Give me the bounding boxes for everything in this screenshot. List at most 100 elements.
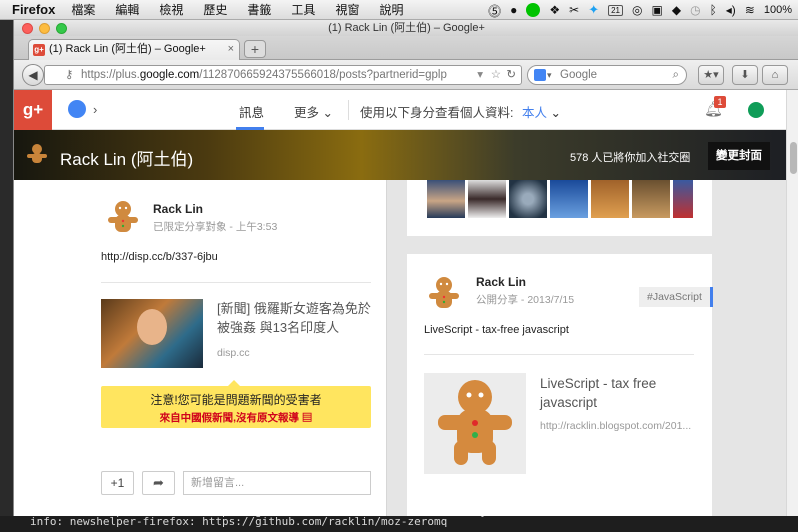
bookmarks-menu-button[interactable]: ★▾ xyxy=(698,65,724,85)
tab-more[interactable]: 更多 ⌄ xyxy=(294,102,333,121)
warning-subtitle[interactable]: 來自中國假新聞,沒有原文報導 ▤ xyxy=(101,410,371,425)
zoom-window-button[interactable] xyxy=(56,23,67,34)
photo-thumb-7[interactable] xyxy=(673,180,693,218)
back-button[interactable]: ◀ xyxy=(22,64,44,86)
menubar-item-history[interactable]: 歷史 xyxy=(203,1,227,18)
chevron-right-icon[interactable]: › xyxy=(93,102,97,117)
post-author-name[interactable]: Rack Lin xyxy=(476,275,526,289)
post-divider xyxy=(101,282,371,283)
tab-messages[interactable]: 訊息 xyxy=(239,102,264,121)
comment-placeholder: 新增留言... xyxy=(191,477,245,489)
url-bar[interactable]: ⚷ https://plus.google.com/11287066592437… xyxy=(44,65,522,85)
profile-cover-banner: Rack Lin (阿土伯) 578 人已將你加入社交圈 變更封面 xyxy=(14,130,786,180)
url-dropdown-icon[interactable]: ▾ xyxy=(474,66,483,84)
bluetooth-icon[interactable]: ᛒ xyxy=(710,3,717,17)
gplus-logo[interactable]: g+ xyxy=(14,90,52,130)
post-time[interactable]: 上午3:53 xyxy=(236,221,277,233)
photo-thumb-6[interactable] xyxy=(632,180,670,218)
post-body-link[interactable]: http://disp.cc/b/337-6jbu xyxy=(101,251,218,263)
bookmark-star-icon[interactable]: ☆ xyxy=(491,66,501,84)
scrollbar-thumb[interactable] xyxy=(790,142,797,174)
menubar-item-edit[interactable]: 編輯 xyxy=(115,1,139,18)
menubar-item-view[interactable]: 檢視 xyxy=(159,1,183,18)
circle-icon[interactable]: ◎ xyxy=(632,3,642,17)
new-tab-button[interactable]: + xyxy=(244,40,266,58)
gingerbread-image xyxy=(438,380,512,465)
tools-icon[interactable]: ✂ xyxy=(569,3,579,17)
share-button[interactable]: ➦ xyxy=(142,471,175,495)
menubar-item-bookmarks[interactable]: 書籤 xyxy=(247,1,271,18)
link-thumbnail[interactable] xyxy=(424,373,526,474)
post-visibility[interactable]: 公開分享 xyxy=(476,294,518,306)
notification-count-badge[interactable]: 1 xyxy=(714,96,726,108)
circle-count[interactable]: 578 人已將你加入社交圈 xyxy=(570,149,690,165)
post-date[interactable]: 2013/7/15 xyxy=(527,294,574,306)
view-as-value: 本人 xyxy=(522,106,548,120)
navigation-toolbar: ◀ ⚷ https://plus.google.com/112870665924… xyxy=(14,60,798,90)
calendar-icon[interactable]: 21 xyxy=(608,4,624,16)
volume-icon[interactable]: ◂) xyxy=(726,3,736,17)
line-icon[interactable] xyxy=(526,3,541,17)
post-author-name[interactable]: Rack Lin xyxy=(153,202,203,216)
dropbox-icon[interactable]: ❖ xyxy=(549,3,560,17)
menubar-item-help[interactable]: 說明 xyxy=(379,1,403,18)
link-thumbnail[interactable] xyxy=(101,299,203,368)
photo-thumb-5[interactable] xyxy=(591,180,629,218)
comment-input[interactable]: 新增留言... xyxy=(183,471,371,495)
reload-icon[interactable]: ↻ xyxy=(506,66,516,84)
google-search-engine-icon[interactable] xyxy=(534,69,546,81)
post-visibility[interactable]: 已限定分享對象 xyxy=(153,221,227,233)
tab-title: (1) Rack Lin (阿土伯) – Google+ xyxy=(49,43,206,55)
home-button[interactable]: ⌂ xyxy=(762,65,788,85)
time-machine-icon[interactable]: ◷ xyxy=(690,3,700,17)
search-engine-dropdown-icon[interactable]: ▾ xyxy=(547,66,552,84)
pinterest-icon[interactable]: ⓹ xyxy=(488,1,501,20)
close-window-button[interactable] xyxy=(22,23,33,34)
minimize-window-button[interactable] xyxy=(39,23,50,34)
post-meta: 公開分享 - 2013/7/15 xyxy=(476,292,574,307)
hashtag-chip[interactable]: #JavaScript xyxy=(639,287,713,307)
menubar-app-name[interactable]: Firefox xyxy=(12,2,55,17)
hangouts-icon[interactable] xyxy=(748,102,764,118)
menubar-item-window[interactable]: 視窗 xyxy=(335,1,359,18)
vertical-scrollbar[interactable] xyxy=(786,90,798,516)
page-content: g+ › 訊息 更多 ⌄ 使用以下身分查看個人資料: 本人 ⌄ 🔔︎ 1 Rac… xyxy=(14,90,786,516)
author-avatar[interactable] xyxy=(106,200,140,236)
search-placeholder: Google xyxy=(560,69,598,81)
wifi-icon[interactable]: ≋ xyxy=(745,3,755,17)
change-cover-button[interactable]: 變更封面 xyxy=(708,142,770,170)
tab-gplus-profile[interactable]: g+ (1) Rack Lin (阿土伯) – Google+ × xyxy=(28,39,240,61)
post-card-left: Rack Lin 已限定分享對象 - 上午3:53 http://disp.cc… xyxy=(14,180,387,516)
thumbnail-face xyxy=(137,309,167,345)
photo-thumb-2[interactable] xyxy=(468,180,506,218)
chevron-down-icon: ⌄ xyxy=(550,106,561,120)
photo-thumb-4[interactable] xyxy=(550,180,588,218)
search-bar[interactable]: ▾ Google ⌕ xyxy=(527,65,687,85)
menubar-item-tools[interactable]: 工具 xyxy=(291,1,315,18)
close-tab-icon[interactable]: × xyxy=(228,40,234,59)
fake-news-warning: 注意!您可能是問題新聞的受害者 來自中國假新聞,沒有原文報導 ▤ xyxy=(101,380,371,428)
photo-thumb-3[interactable] xyxy=(509,180,547,218)
menubar-item-file[interactable]: 檔案 xyxy=(71,1,95,18)
profile-avatar-icon[interactable] xyxy=(68,100,86,118)
view-as-dropdown[interactable]: 本人 ⌄ xyxy=(522,102,561,121)
profile-photos-strip xyxy=(407,180,712,236)
link-title[interactable]: [新聞] 俄羅斯女遊客為免於被強姦 與13名印度人 xyxy=(217,299,377,337)
warning-title: 注意!您可能是問題新聞的受害者 xyxy=(150,393,322,407)
link-domain[interactable]: disp.cc xyxy=(217,347,250,359)
search-icon[interactable]: ⌕ xyxy=(673,66,679,84)
link-title[interactable]: LiveScript - tax free javascript xyxy=(540,374,690,412)
evernote-icon[interactable]: ▣ xyxy=(652,3,663,17)
speech-bubble-icon[interactable]: ● xyxy=(510,3,517,17)
downloads-button[interactable]: ⬇ xyxy=(732,65,758,85)
twitter-bird-icon[interactable]: ✦ xyxy=(588,2,599,18)
author-avatar[interactable] xyxy=(427,276,461,312)
key-icon: ⚷ xyxy=(65,69,74,81)
link-url[interactable]: http://racklin.blogspot.com/201... xyxy=(540,420,691,432)
profile-name: Rack Lin (阿土伯) xyxy=(60,150,194,169)
photo-thumb-1[interactable] xyxy=(427,180,465,218)
plusone-button[interactable]: +1 xyxy=(101,471,134,495)
chevron-down-icon: ⌄ xyxy=(322,106,333,120)
window-titlebar[interactable]: (1) Rack Lin (阿土伯) – Google+ xyxy=(14,20,798,36)
shield-icon[interactable]: ◆ xyxy=(672,3,681,17)
